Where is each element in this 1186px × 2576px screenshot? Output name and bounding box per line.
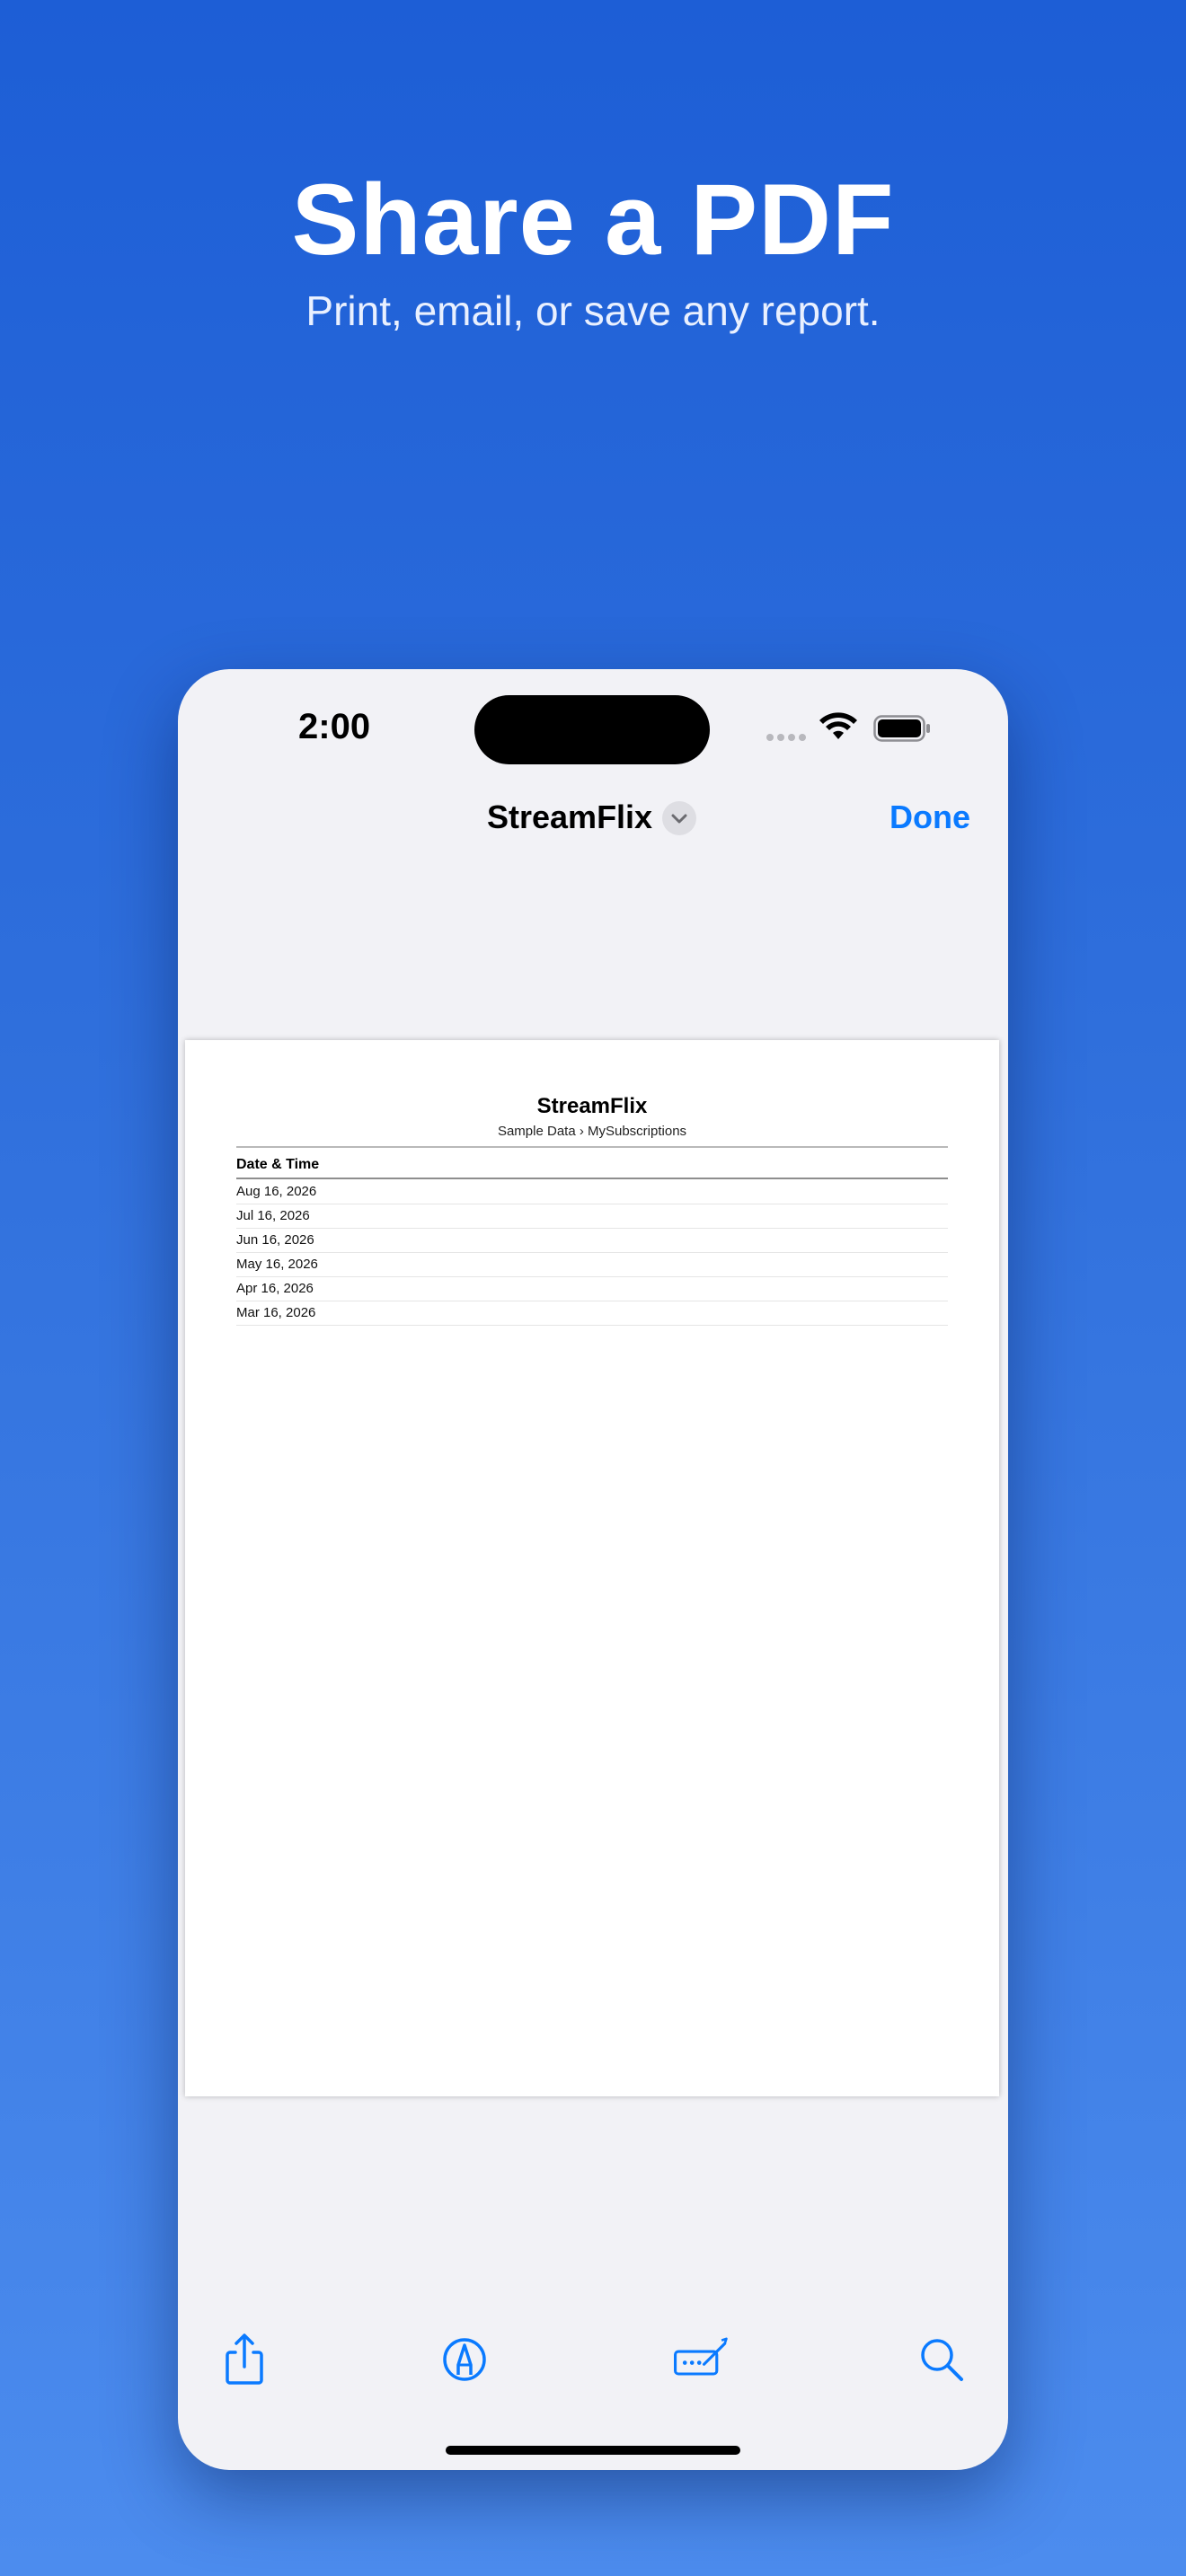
hero: Share a PDF Print, email, or save any re… bbox=[0, 162, 1186, 338]
report-subtitle: Sample Data › MySubscriptions bbox=[497, 1124, 687, 1139]
phone-frame: 2:00 StreamFlix Done StreamFlix Sample D… bbox=[178, 669, 1008, 2470]
signature-icon[interactable] bbox=[672, 2331, 730, 2388]
chevron-down-icon bbox=[671, 814, 687, 824]
battery-icon bbox=[873, 715, 930, 742]
title-menu-button[interactable] bbox=[662, 801, 696, 835]
status-time: 2:00 bbox=[298, 707, 371, 746]
table-row: Jun 16, 2026 bbox=[236, 1229, 948, 1253]
divider bbox=[236, 1178, 948, 1179]
hero-title: Share a PDF bbox=[291, 163, 895, 276]
navigation-bar: StreamFlix Done bbox=[178, 786, 1008, 858]
report-rows: Aug 16, 2026 Jul 16, 2026 Jun 16, 2026 M… bbox=[236, 1180, 948, 1326]
search-icon[interactable] bbox=[913, 2331, 970, 2388]
hero-subtitle: Print, email, or save any report. bbox=[305, 287, 881, 334]
markup-icon[interactable] bbox=[436, 2331, 493, 2388]
share-icon[interactable] bbox=[216, 2331, 273, 2388]
report-title: StreamFlix bbox=[536, 1094, 648, 1118]
table-row: Apr 16, 2026 bbox=[236, 1277, 948, 1301]
dynamic-island bbox=[474, 695, 710, 764]
document-title[interactable]: StreamFlix bbox=[487, 798, 652, 836]
pdf-page: StreamFlix Sample Data › MySubscriptions… bbox=[185, 1040, 999, 2096]
status-bar: 2:00 bbox=[178, 669, 1008, 777]
table-row: Jul 16, 2026 bbox=[236, 1204, 948, 1229]
home-indicator bbox=[446, 2446, 740, 2455]
done-button[interactable]: Done bbox=[890, 798, 970, 836]
column-header-date-time: Date & Time bbox=[236, 1157, 320, 1172]
table-row: May 16, 2026 bbox=[236, 1253, 948, 1277]
bottom-toolbar bbox=[178, 2331, 1008, 2403]
wifi-icon bbox=[819, 712, 857, 739]
table-row: Mar 16, 2026 bbox=[236, 1301, 948, 1326]
divider bbox=[236, 1146, 948, 1148]
table-row: Aug 16, 2026 bbox=[236, 1180, 948, 1204]
cellular-signal-icon bbox=[766, 734, 806, 741]
